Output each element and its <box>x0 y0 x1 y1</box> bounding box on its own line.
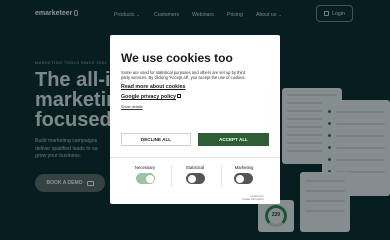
necessary-toggle[interactable] <box>136 173 155 184</box>
accept-all-button[interactable]: ACCEPT ALL <box>198 133 269 146</box>
dialog-divider <box>110 157 280 158</box>
toggle-knob <box>145 174 154 183</box>
dialog-title: We use cookies too <box>121 51 233 65</box>
dialog-body-line: party services. By clicking 'Accept all'… <box>121 75 246 80</box>
toggle-knob <box>235 174 244 183</box>
external-link-icon <box>177 94 182 98</box>
toggle-label-necessary: Necessary <box>134 165 156 170</box>
statistical-toggle[interactable] <box>186 173 205 184</box>
powered-by: powered by Cookie Information <box>242 195 264 201</box>
toggle-knob <box>187 174 196 183</box>
show-details-link[interactable]: Show details <box>121 105 143 109</box>
powered-by-line: Cookie Information <box>242 198 264 201</box>
read-more-cookies-link[interactable]: Read more about cookies <box>121 84 185 90</box>
google-privacy-link[interactable]: Google privacy policy <box>121 94 182 100</box>
marketing-toggle[interactable] <box>234 173 253 184</box>
dialog-body: Some are used for statistical purposes a… <box>121 70 246 80</box>
decline-all-button[interactable]: DECLINE ALL <box>121 133 191 146</box>
cookie-consent-dialog: We use cookies too Some are used for sta… <box>110 35 280 204</box>
toggle-label-marketing: Marketing <box>234 165 254 170</box>
google-privacy-label: Google privacy policy <box>121 94 177 100</box>
toggle-label-statistical: Statistical <box>185 165 205 170</box>
